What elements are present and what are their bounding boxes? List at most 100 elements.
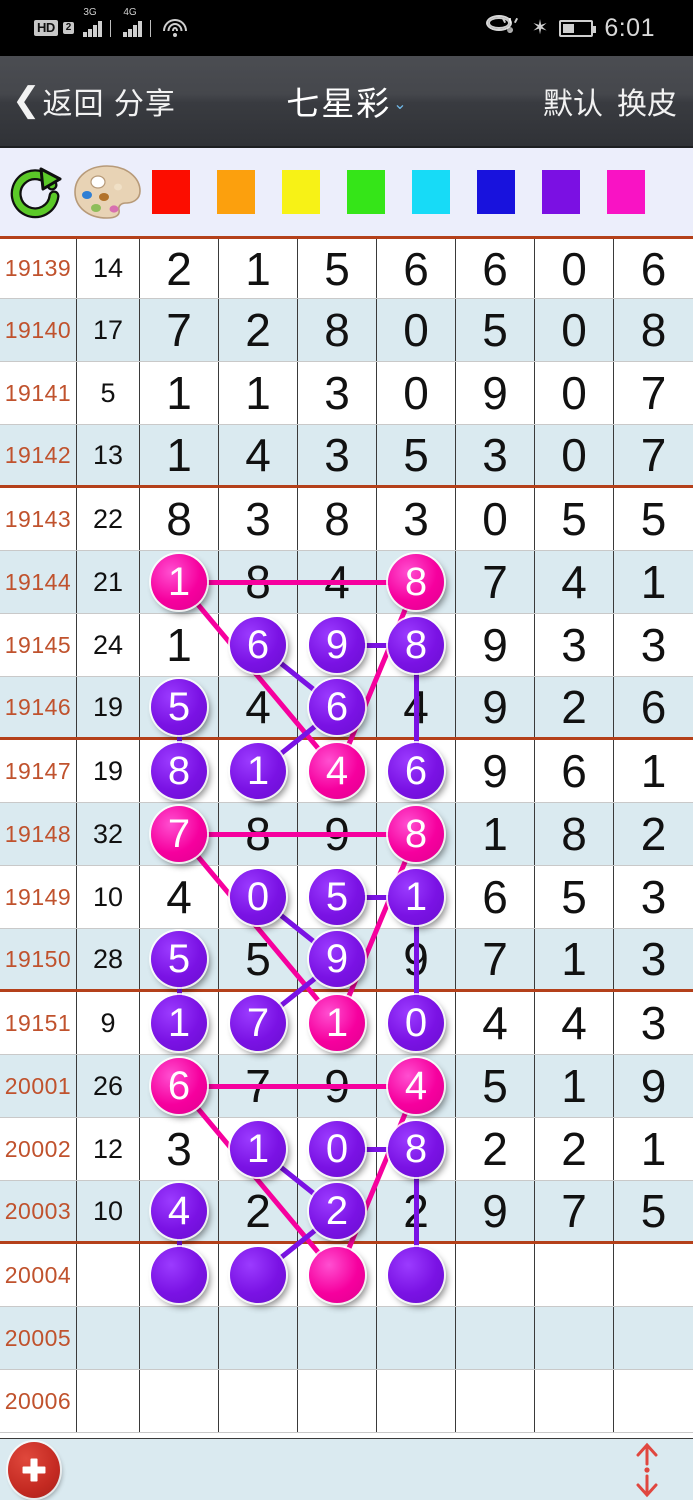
table-row[interactable]: 20006 <box>0 1370 693 1433</box>
table-row[interactable]: 19150 28 5 5 9 9 7 1 3 <box>0 929 693 992</box>
digit-cell[interactable]: 2 <box>140 239 219 298</box>
digit-cell[interactable] <box>140 1244 219 1306</box>
digit-cell[interactable] <box>535 1244 614 1306</box>
digit-cell[interactable]: 5 <box>377 425 456 485</box>
digit-cell[interactable]: 9 <box>298 803 377 865</box>
marked-digit-ball[interactable]: 1 <box>309 995 365 1051</box>
default-skin-button[interactable]: 默认 <box>543 79 603 123</box>
digit-cell[interactable]: 7 <box>535 1181 614 1241</box>
digit-cell[interactable]: 3 <box>614 614 693 676</box>
marked-digit-ball[interactable]: 1 <box>151 995 207 1051</box>
digit-cell[interactable]: 5 <box>140 677 219 737</box>
marked-digit-ball[interactable]: 7 <box>230 995 286 1051</box>
swatch-yellow[interactable] <box>282 170 320 214</box>
digit-cell[interactable]: 4 <box>140 1181 219 1241</box>
digit-cell[interactable]: 0 <box>298 1118 377 1180</box>
table-row[interactable]: 19141 5 1 1 3 0 9 0 7 <box>0 362 693 425</box>
digit-cell[interactable]: 4 <box>298 551 377 613</box>
table-row[interactable]: 20002 12 3 1 0 8 2 2 1 <box>0 1118 693 1181</box>
digit-cell[interactable]: 0 <box>219 866 298 928</box>
digit-cell[interactable]: 3 <box>535 614 614 676</box>
palette-icon[interactable] <box>72 164 142 220</box>
lottery-grid[interactable]: 19139 14 2 1 5 6 6 0 6 19140 17 7 2 8 0 5 0 8 19141 5 1 1 3 0 9 0… <box>0 236 693 1433</box>
change-skin-button[interactable]: 换皮 <box>617 79 677 123</box>
marked-digit-ball[interactable]: 6 <box>151 1058 207 1114</box>
digit-cell[interactable]: 6 <box>377 239 456 298</box>
digit-cell[interactable]: 1 <box>535 929 614 989</box>
marked-digit-ball[interactable]: 4 <box>151 1183 207 1239</box>
digit-cell[interactable]: 6 <box>140 1055 219 1117</box>
digit-cell[interactable]: 8 <box>377 803 456 865</box>
digit-cell[interactable]: 2 <box>456 1118 535 1180</box>
digit-cell[interactable]: 5 <box>614 1181 693 1241</box>
marked-digit-ball[interactable]: 6 <box>388 743 444 799</box>
digit-cell[interactable]: 1 <box>377 866 456 928</box>
digit-cell[interactable]: 6 <box>456 866 535 928</box>
table-row[interactable]: 19144 21 1 8 4 8 7 4 1 <box>0 551 693 614</box>
digit-cell[interactable]: 1 <box>140 551 219 613</box>
digit-cell[interactable]: 6 <box>614 677 693 737</box>
digit-cell[interactable]: 4 <box>456 992 535 1054</box>
digit-cell[interactable]: 9 <box>456 362 535 424</box>
digit-cell[interactable]: 5 <box>219 929 298 989</box>
table-row[interactable]: 19143 22 8 3 8 3 0 5 5 <box>0 488 693 551</box>
marked-digit-ball[interactable]: 4 <box>388 1058 444 1114</box>
digit-cell[interactable]: 9 <box>456 614 535 676</box>
marked-digit-ball[interactable]: 8 <box>388 554 444 610</box>
marked-digit-ball[interactable]: 5 <box>309 869 365 925</box>
digit-cell[interactable]: 8 <box>377 614 456 676</box>
marked-digit-ball[interactable]: 2 <box>309 1183 365 1239</box>
digit-cell[interactable]: 4 <box>298 740 377 802</box>
digit-cell[interactable]: 4 <box>140 866 219 928</box>
digit-cell[interactable] <box>298 1370 377 1432</box>
digit-cell[interactable]: 8 <box>140 740 219 802</box>
digit-cell[interactable]: 0 <box>535 239 614 298</box>
swatch-cyan[interactable] <box>412 170 450 214</box>
digit-cell[interactable]: 1 <box>535 1055 614 1117</box>
digit-cell[interactable]: 9 <box>298 929 377 989</box>
digit-cell[interactable]: 5 <box>298 239 377 298</box>
digit-cell[interactable]: 6 <box>377 740 456 802</box>
marked-digit-ball[interactable]: 4 <box>309 743 365 799</box>
digit-cell[interactable]: 0 <box>535 425 614 485</box>
digit-cell[interactable]: 3 <box>377 488 456 550</box>
digit-cell[interactable]: 7 <box>219 992 298 1054</box>
swatch-green[interactable] <box>347 170 385 214</box>
swatch-magenta[interactable] <box>607 170 645 214</box>
marked-digit-ball[interactable]: 1 <box>151 554 207 610</box>
marked-digit-ball[interactable]: 9 <box>309 617 365 673</box>
table-row[interactable]: 19145 24 1 6 9 8 9 3 3 <box>0 614 693 677</box>
digit-cell[interactable]: 0 <box>377 299 456 361</box>
digit-cell[interactable]: 7 <box>614 362 693 424</box>
digit-cell[interactable]: 1 <box>614 740 693 802</box>
digit-cell[interactable]: 5 <box>535 866 614 928</box>
digit-cell[interactable]: 8 <box>535 803 614 865</box>
swatch-violet[interactable] <box>542 170 580 214</box>
digit-cell[interactable] <box>377 1244 456 1306</box>
digit-cell[interactable] <box>456 1307 535 1369</box>
digit-cell[interactable]: 0 <box>377 992 456 1054</box>
refresh-icon[interactable] <box>10 165 64 219</box>
digit-cell[interactable]: 5 <box>298 866 377 928</box>
digit-cell[interactable] <box>298 1307 377 1369</box>
digit-cell[interactable]: 4 <box>219 677 298 737</box>
digit-cell[interactable]: 2 <box>614 803 693 865</box>
digit-cell[interactable]: 3 <box>140 1118 219 1180</box>
table-row[interactable]: 19146 19 5 4 6 4 9 2 6 <box>0 677 693 740</box>
digit-cell[interactable]: 5 <box>456 1055 535 1117</box>
digit-cell[interactable] <box>219 1370 298 1432</box>
swatch-orange[interactable] <box>217 170 255 214</box>
digit-cell[interactable]: 3 <box>614 866 693 928</box>
digit-cell[interactable]: 5 <box>535 488 614 550</box>
digit-cell[interactable]: 9 <box>298 614 377 676</box>
digit-cell[interactable] <box>614 1370 693 1432</box>
digit-cell[interactable]: 1 <box>219 239 298 298</box>
digit-cell[interactable]: 0 <box>377 362 456 424</box>
digit-cell[interactable]: 8 <box>614 299 693 361</box>
digit-cell[interactable] <box>535 1307 614 1369</box>
marked-digit-ball[interactable]: 1 <box>388 869 444 925</box>
marked-digit-ball[interactable]: 6 <box>230 617 286 673</box>
digit-cell[interactable]: 1 <box>140 614 219 676</box>
marked-digit-ball[interactable]: 6 <box>309 679 365 735</box>
digit-cell[interactable] <box>614 1244 693 1306</box>
